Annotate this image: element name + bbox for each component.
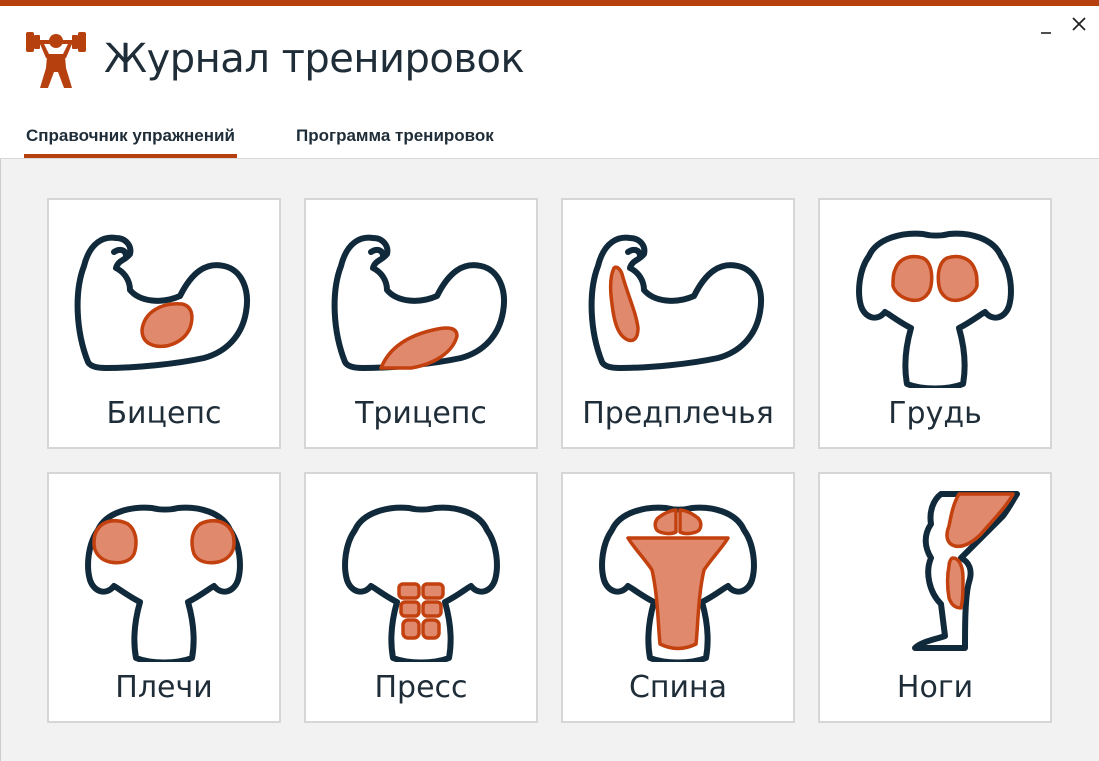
card-biceps[interactable]: Бицепс (47, 198, 281, 449)
card-legs[interactable]: Ноги (818, 472, 1052, 723)
card-triceps[interactable]: Трицепс (304, 198, 538, 449)
app-title: Журнал тренировок (104, 36, 525, 82)
card-back[interactable]: Спина (561, 472, 795, 723)
minimize-button[interactable] (1034, 14, 1060, 38)
card-label: Предплечья (582, 396, 774, 431)
legs-icon (912, 491, 1020, 651)
tab-label: Программа тренировок (296, 126, 494, 145)
app-header: Журнал тренировок Справочник упражнений … (0, 6, 1099, 159)
shoulders-icon (85, 504, 243, 662)
card-label: Плечи (115, 670, 213, 705)
card-label: Ноги (896, 670, 974, 705)
close-button[interactable] (1066, 14, 1092, 38)
active-tab-indicator (24, 154, 237, 158)
back-icon (599, 504, 757, 662)
tab-label: Справочник упражнений (26, 126, 235, 145)
card-label: Грудь (888, 396, 982, 431)
muscle-group-grid: Бицепс Трицепс Предплечья Грудь Плечи Пр… (0, 159, 1099, 761)
forearms-icon (588, 234, 764, 371)
biceps-icon (74, 234, 250, 371)
abs-icon (342, 504, 500, 662)
chest-icon (856, 230, 1014, 388)
tab-exercise-reference[interactable]: Справочник упражнений (24, 126, 237, 159)
card-forearms[interactable]: Предплечья (561, 198, 795, 449)
card-abs[interactable]: Пресс (304, 472, 538, 723)
card-label: Спина (628, 670, 728, 705)
weightlifter-icon (26, 32, 86, 88)
card-chest[interactable]: Грудь (818, 198, 1052, 449)
card-label: Пресс (374, 670, 468, 705)
card-label: Трицепс (355, 396, 487, 431)
card-label: Бицепс (106, 396, 222, 431)
tab-training-program[interactable]: Программа тренировок (296, 126, 494, 159)
card-shoulders[interactable]: Плечи (47, 472, 281, 723)
triceps-icon (331, 234, 507, 371)
